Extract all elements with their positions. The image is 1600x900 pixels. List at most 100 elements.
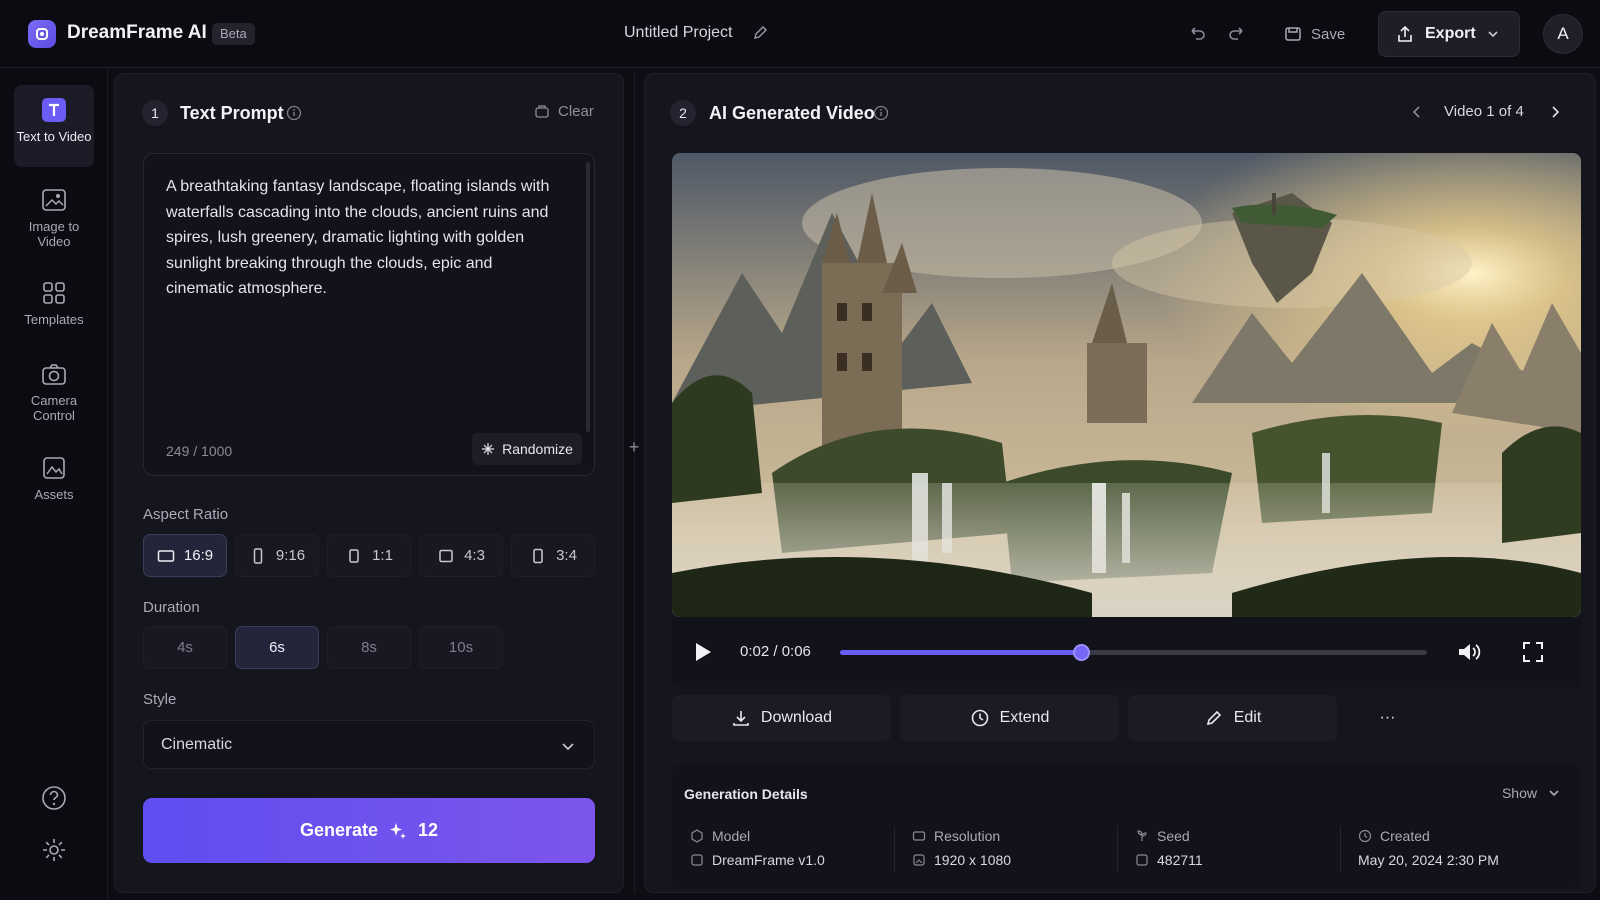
aspect-option-4-3[interactable]: 4:3: [419, 534, 503, 577]
info-icon[interactable]: [286, 105, 302, 121]
style-select[interactable]: Cinematic: [143, 720, 595, 769]
generate-button[interactable]: Generate 12: [143, 798, 595, 863]
aspect-option-label: 16:9: [183, 547, 214, 564]
aspect-option-16-9[interactable]: 16:9: [143, 534, 227, 577]
image-icon: [913, 854, 925, 866]
chevron-down-icon: [1488, 31, 1498, 38]
aspect-option-label: 9:16: [275, 547, 306, 564]
rename-pencil-icon[interactable]: [752, 25, 768, 41]
step-number: 1: [142, 100, 168, 126]
hash-icon: [1136, 854, 1148, 866]
edit-button[interactable]: Edit: [1128, 695, 1337, 741]
char-count: 249 / 1000: [166, 443, 233, 459]
detail-value: 1920 x 1080: [934, 852, 1012, 868]
panel-divider: [634, 73, 635, 893]
seed-icon: [1137, 830, 1147, 841]
sidebar-item-assets[interactable]: Assets: [14, 443, 94, 525]
aspect-option-1-1[interactable]: 1:1: [327, 534, 411, 577]
details-toggle[interactable]: Show: [1502, 785, 1561, 801]
sidebar-item-camera-control[interactable]: Camera Control: [14, 349, 94, 431]
plus-icon[interactable]: +: [627, 438, 641, 456]
duration-label: Duration: [143, 599, 200, 616]
progress-thumb[interactable]: [1072, 644, 1090, 661]
progress-track[interactable]: [840, 644, 1427, 661]
top-bar: DreamFrame AI Beta Untitled Project Save…: [0, 0, 1600, 68]
randomize-label: Randomize: [502, 441, 573, 457]
sidebar: Text to Video Image to Video Templates C…: [0, 68, 108, 900]
fullscreen-icon[interactable]: [1522, 641, 1544, 663]
chip-icon: [691, 854, 703, 866]
progress-fill: [840, 650, 1081, 655]
style-label: Style: [143, 691, 177, 708]
more-button[interactable]: ···: [1350, 695, 1425, 741]
text-icon: [42, 98, 66, 122]
duration-option-8s[interactable]: 8s: [327, 626, 411, 669]
extend-button[interactable]: Extend: [900, 695, 1119, 741]
detail-label: Resolution: [934, 828, 1001, 844]
chevron-right-icon[interactable]: [1548, 105, 1562, 119]
clock-icon: [971, 709, 988, 727]
pencil-icon: [1206, 710, 1221, 726]
play-icon[interactable]: [693, 641, 713, 663]
time-display: 0:02 / 0:06: [740, 643, 811, 660]
resolution-icon: [912, 831, 926, 841]
sidebar-item-label: Text to Video: [16, 129, 92, 144]
aspect-option-label: 1:1: [372, 547, 393, 564]
sparkle-icon: [482, 443, 495, 455]
column-divider: [1340, 826, 1341, 872]
landscape-rect-icon: [157, 549, 175, 562]
assets-icon: [43, 457, 65, 479]
square-rect-icon: [439, 549, 453, 562]
video-navigator: Video 1 of 4: [1410, 103, 1562, 120]
aspect-ratio-label: Aspect Ratio: [143, 506, 229, 523]
column-divider: [894, 826, 895, 872]
download-button[interactable]: Download: [672, 695, 891, 741]
save-button[interactable]: Save: [1283, 20, 1345, 48]
detail-label: Created: [1380, 828, 1430, 844]
detail-label: Seed: [1157, 828, 1190, 844]
aspect-option-9-16[interactable]: 9:16: [235, 534, 319, 577]
prompt-textarea[interactable]: A breathtaking fantasy landscape, floati…: [143, 153, 595, 476]
clear-button[interactable]: Clear: [534, 103, 594, 120]
avatar[interactable]: A: [1543, 14, 1583, 54]
detail-model: Model DreamFrame v1.0: [690, 826, 825, 871]
video-counter: Video 1 of 4: [1444, 103, 1524, 120]
video-preview[interactable]: [672, 153, 1581, 617]
randomize-button[interactable]: Randomize: [472, 433, 582, 465]
detail-value: May 20, 2024 2:30 PM: [1358, 852, 1499, 868]
export-button[interactable]: Export: [1378, 11, 1520, 57]
sidebar-item-label: Templates: [24, 312, 84, 327]
model-icon: [691, 829, 703, 843]
save-icon: [1285, 27, 1301, 41]
download-label: Download: [760, 709, 833, 726]
section-title-ai-generated-video: AI Generated Video: [709, 103, 875, 123]
sidebar-item-image-to-video[interactable]: Image to Video: [14, 175, 94, 257]
sidebar-item-text-to-video[interactable]: Text to Video: [14, 85, 94, 167]
duration-option-10s[interactable]: 10s: [419, 626, 503, 669]
redo-icon[interactable]: [1227, 23, 1249, 45]
sidebar-item-templates[interactable]: Templates: [14, 268, 94, 350]
prompt-text[interactable]: A breathtaking fantasy landscape, floati…: [166, 174, 551, 302]
detail-seed: Seed 482711: [1135, 826, 1203, 871]
duration-option-4s[interactable]: 4s: [143, 626, 227, 669]
step-number: 2: [670, 100, 696, 126]
generation-details: Generation Details Show Model DreamFrame…: [672, 764, 1581, 888]
details-title: Generation Details: [684, 786, 808, 802]
settings-gear-icon[interactable]: [40, 836, 68, 864]
portrait-rect-icon: [533, 548, 543, 563]
portrait-rect-icon: [253, 547, 263, 564]
project-title[interactable]: Untitled Project: [624, 24, 733, 42]
aspect-option-3-4[interactable]: 3:4: [511, 534, 595, 577]
generate-cost: 12: [418, 820, 439, 840]
duration-option-6s[interactable]: 6s: [235, 626, 319, 669]
chevron-left-icon[interactable]: [1410, 105, 1424, 119]
column-divider: [1117, 826, 1118, 872]
volume-icon[interactable]: [1456, 640, 1482, 664]
help-icon[interactable]: [40, 784, 68, 812]
info-icon[interactable]: [873, 105, 889, 121]
sidebar-item-label: Image to Video: [28, 219, 80, 249]
section-title-text-prompt: Text Prompt: [180, 103, 284, 123]
undo-icon[interactable]: [1185, 23, 1207, 45]
eraser-icon: [535, 104, 549, 118]
prompt-scrollbar[interactable]: [586, 162, 590, 432]
